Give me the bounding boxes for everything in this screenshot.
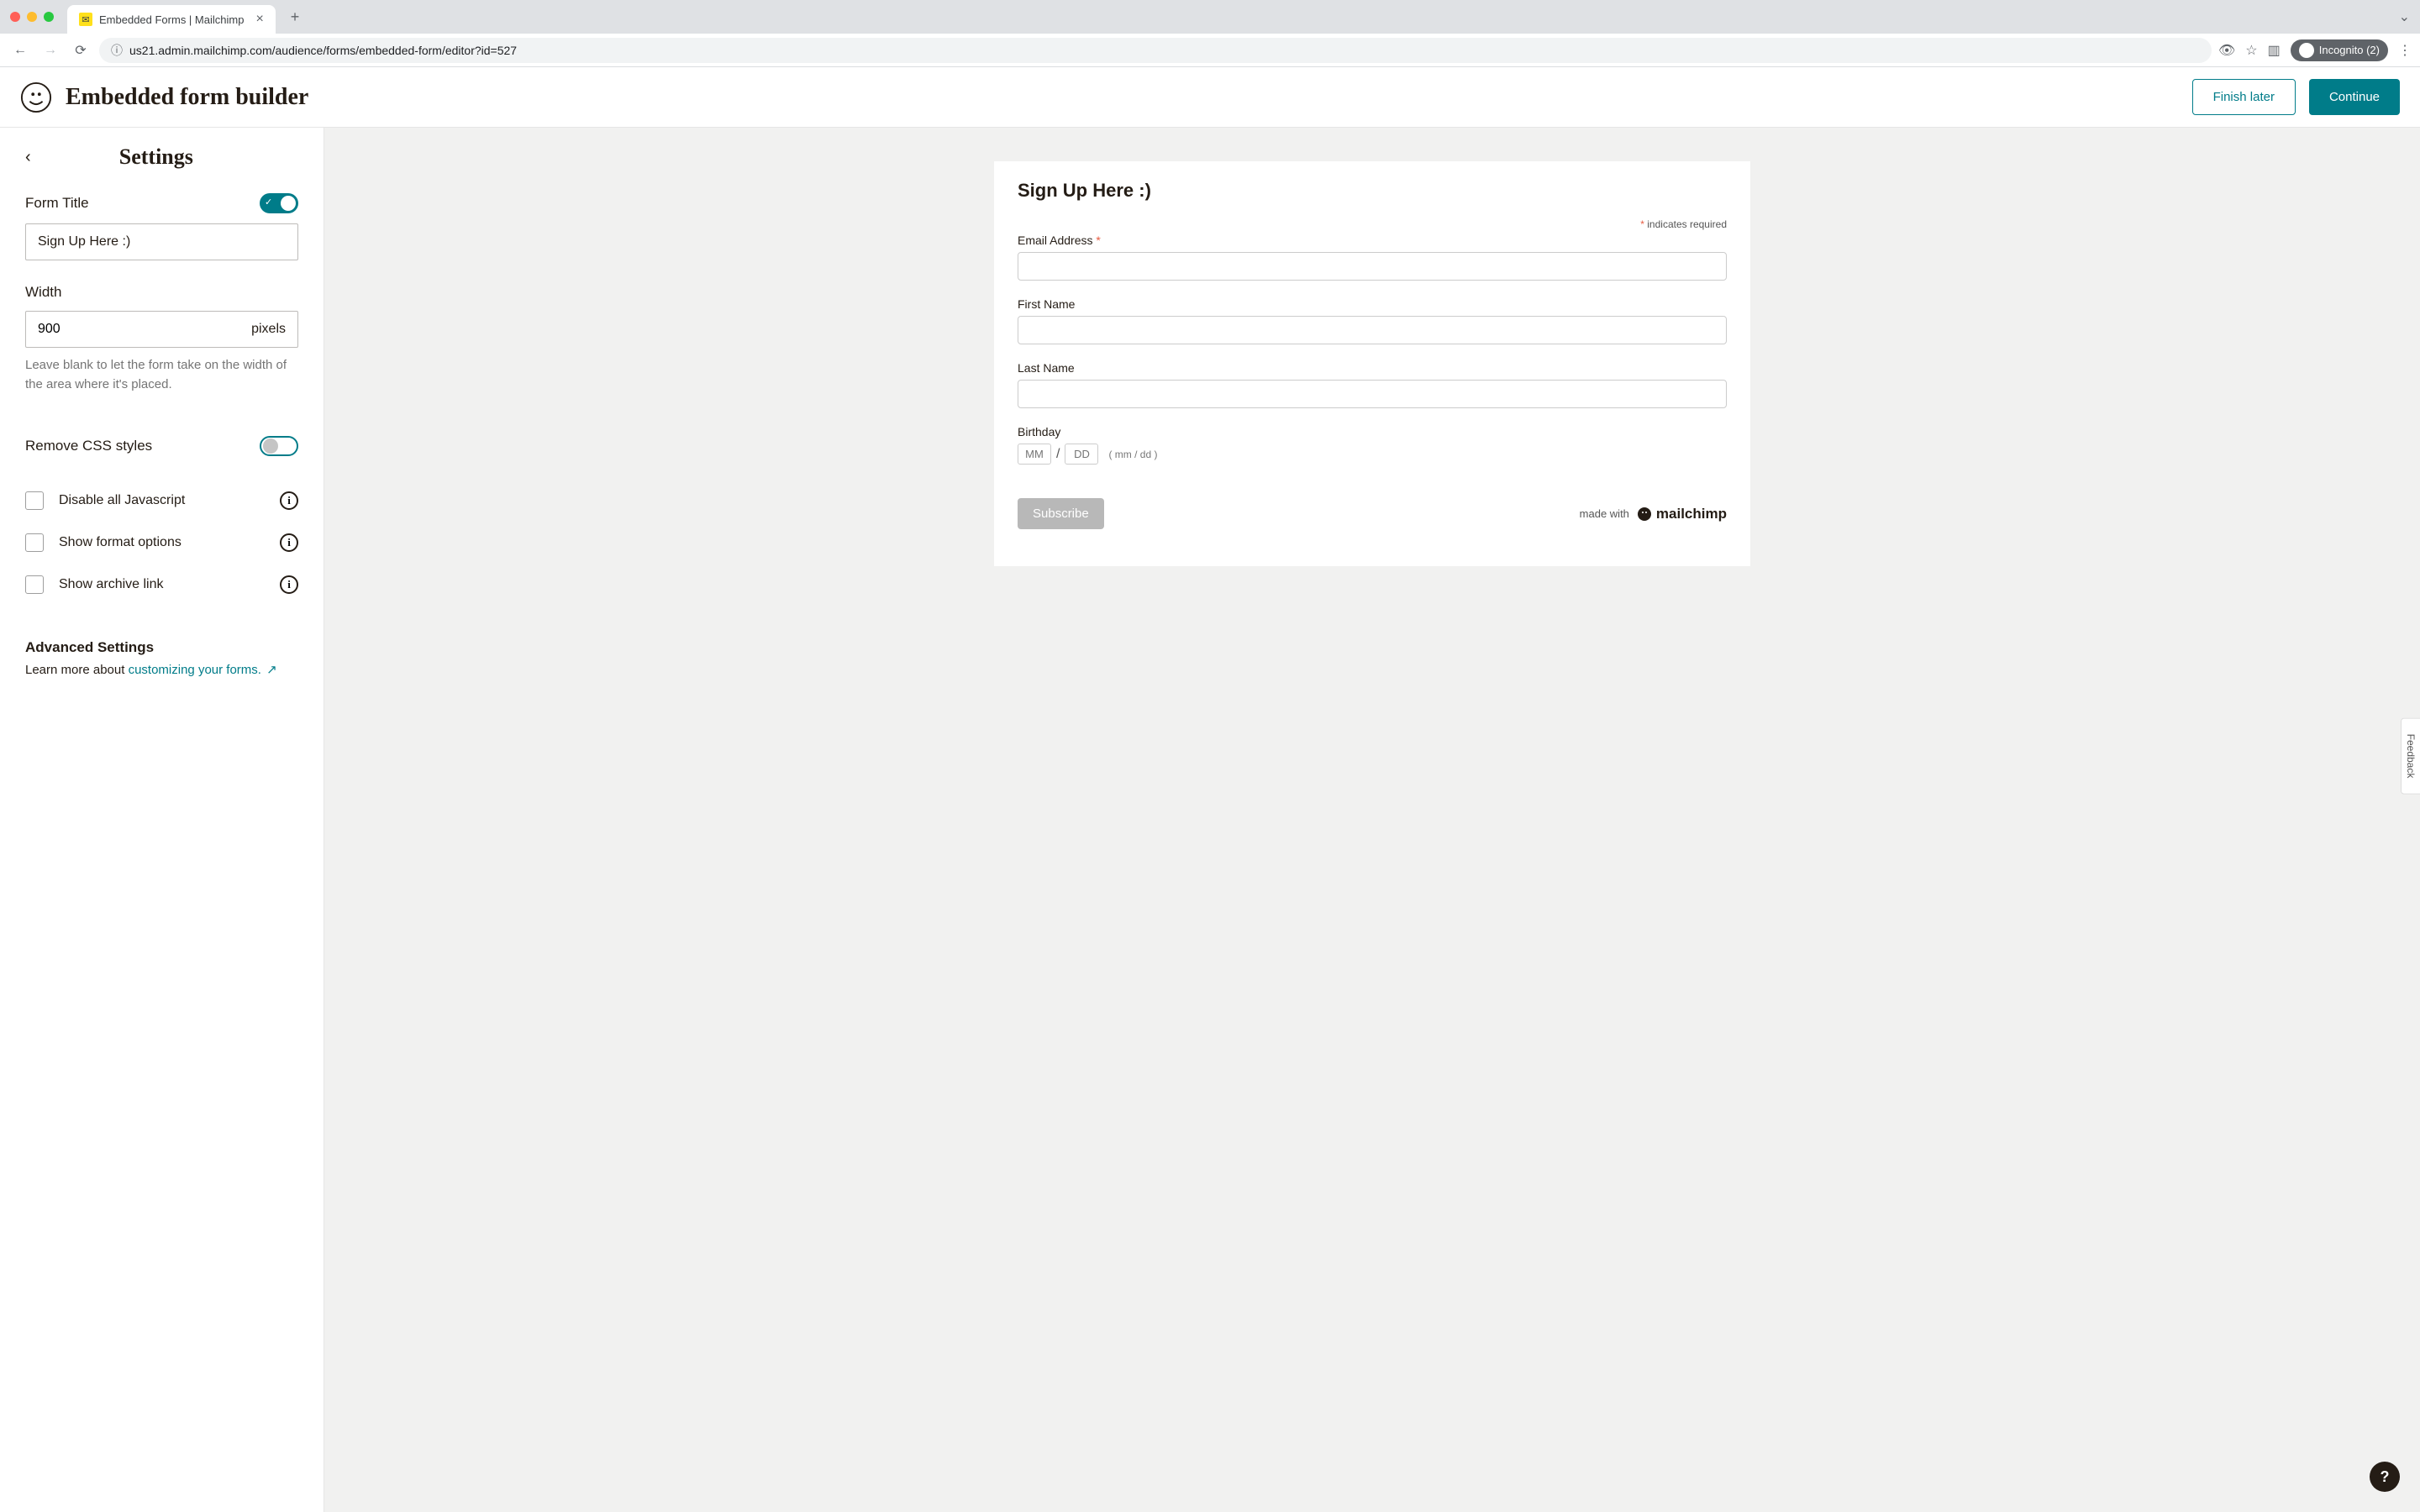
checkbox-label: Show archive link <box>59 577 280 592</box>
url-text: us21.admin.mailchimp.com/audience/forms/… <box>129 44 517 57</box>
width-help-text: Leave blank to let the form take on the … <box>25 356 298 394</box>
asterisk-icon: * <box>1096 234 1100 247</box>
width-label: Width <box>25 284 61 301</box>
birthday-label: Birthday <box>1018 425 1727 438</box>
asterisk-icon: * <box>1640 218 1644 230</box>
info-icon[interactable]: i <box>280 491 298 510</box>
mailchimp-logo-icon[interactable] <box>20 81 52 113</box>
browser-toolbar: ← → ⟳ ⓘ us21.admin.mailchimp.com/audienc… <box>0 34 2420 67</box>
first-name-label: First Name <box>1018 297 1727 311</box>
form-title-label: Form Title <box>25 195 89 212</box>
info-icon[interactable]: i <box>280 533 298 552</box>
email-label: Email Address * <box>1018 234 1727 247</box>
format-options-checkbox[interactable] <box>25 533 44 552</box>
settings-sidebar: ‹ Settings Form Title Width pixels Leave… <box>0 128 324 1512</box>
window-controls <box>10 12 54 22</box>
form-title-toggle[interactable] <box>260 193 298 213</box>
width-unit: pixels <box>251 322 286 337</box>
back-button[interactable]: ← <box>8 39 32 62</box>
preview-form-title: Sign Up Here :) <box>1018 180 1727 202</box>
back-chevron-icon[interactable]: ‹ <box>25 148 31 167</box>
width-input[interactable] <box>38 312 251 347</box>
advanced-heading: Advanced Settings <box>25 639 298 656</box>
birthday-month-input[interactable] <box>1018 444 1051 465</box>
checkbox-row-archive-link: Show archive link i <box>25 564 298 606</box>
checkbox-label: Show format options <box>59 535 280 550</box>
menu-dots-icon[interactable]: ⋮ <box>2398 42 2412 59</box>
birthday-hint: ( mm / dd ) <box>1108 449 1157 460</box>
remove-css-label: Remove CSS styles <box>25 438 152 454</box>
last-name-input[interactable] <box>1018 380 1727 408</box>
bookmark-star-icon[interactable]: ☆ <box>2245 42 2257 59</box>
disable-js-checkbox[interactable] <box>25 491 44 510</box>
address-bar[interactable]: ⓘ us21.admin.mailchimp.com/audience/form… <box>99 38 2212 63</box>
panel-icon[interactable]: ▥ <box>2268 42 2281 59</box>
finish-later-button[interactable]: Finish later <box>2192 79 2296 115</box>
info-icon[interactable]: i <box>280 575 298 594</box>
first-name-input[interactable] <box>1018 316 1727 344</box>
minimize-window-button[interactable] <box>27 12 37 22</box>
advanced-description: Learn more about customizing your forms.… <box>25 661 298 680</box>
browser-tab[interactable]: ✉ Embedded Forms | Mailchimp × <box>67 5 276 34</box>
archive-link-checkbox[interactable] <box>25 575 44 594</box>
feedback-tab[interactable]: Feedback <box>2401 718 2420 795</box>
remove-css-toggle[interactable] <box>260 436 298 456</box>
checkbox-label: Disable all Javascript <box>59 493 280 508</box>
external-link-icon: ↗ <box>266 661 277 680</box>
incognito-label: Incognito (2) <box>2319 44 2380 56</box>
birthday-separator: / <box>1056 447 1060 462</box>
site-info-icon[interactable]: ⓘ <box>111 42 123 59</box>
made-with-badge[interactable]: made with mailchimp <box>1580 506 1727 522</box>
mailchimp-brand-icon: mailchimp <box>1636 506 1727 522</box>
form-preview-area: Sign Up Here :) * indicates required Ema… <box>324 128 2420 1512</box>
birthday-day-input[interactable] <box>1065 444 1098 465</box>
subscribe-button[interactable]: Subscribe <box>1018 498 1104 529</box>
tab-title: Embedded Forms | Mailchimp <box>99 13 244 26</box>
last-name-label: Last Name <box>1018 361 1727 375</box>
continue-button[interactable]: Continue <box>2309 79 2400 115</box>
help-fab-button[interactable]: ? <box>2370 1462 2400 1492</box>
app-header: Embedded form builder Finish later Conti… <box>0 67 2420 128</box>
eye-off-icon[interactable]: 👁 <box>2218 42 2235 59</box>
browser-tab-bar: ✉ Embedded Forms | Mailchimp × + ⌄ <box>0 0 2420 34</box>
page-title: Embedded form builder <box>66 84 308 111</box>
favicon-icon: ✉ <box>79 13 92 26</box>
main-content: ‹ Settings Form Title Width pixels Leave… <box>0 128 2420 1512</box>
incognito-badge[interactable]: Incognito (2) <box>2291 39 2388 61</box>
email-input[interactable] <box>1018 252 1727 281</box>
reload-button[interactable]: ⟳ <box>69 39 92 62</box>
tab-overflow-icon[interactable]: ⌄ <box>2399 8 2410 25</box>
form-title-input[interactable] <box>25 223 298 260</box>
forward-button[interactable]: → <box>39 39 62 62</box>
new-tab-button[interactable]: + <box>291 8 300 26</box>
checkbox-row-format-options: Show format options i <box>25 522 298 564</box>
close-tab-icon[interactable]: × <box>255 12 263 27</box>
maximize-window-button[interactable] <box>44 12 54 22</box>
close-window-button[interactable] <box>10 12 20 22</box>
sidebar-title: Settings <box>38 144 275 170</box>
customizing-forms-link[interactable]: customizing your forms. ↗ <box>129 663 277 677</box>
form-preview-card: Sign Up Here :) * indicates required Ema… <box>994 161 1750 566</box>
checkbox-row-disable-js: Disable all Javascript i <box>25 480 298 522</box>
incognito-icon <box>2299 43 2314 58</box>
required-note: * indicates required <box>1018 218 1727 230</box>
